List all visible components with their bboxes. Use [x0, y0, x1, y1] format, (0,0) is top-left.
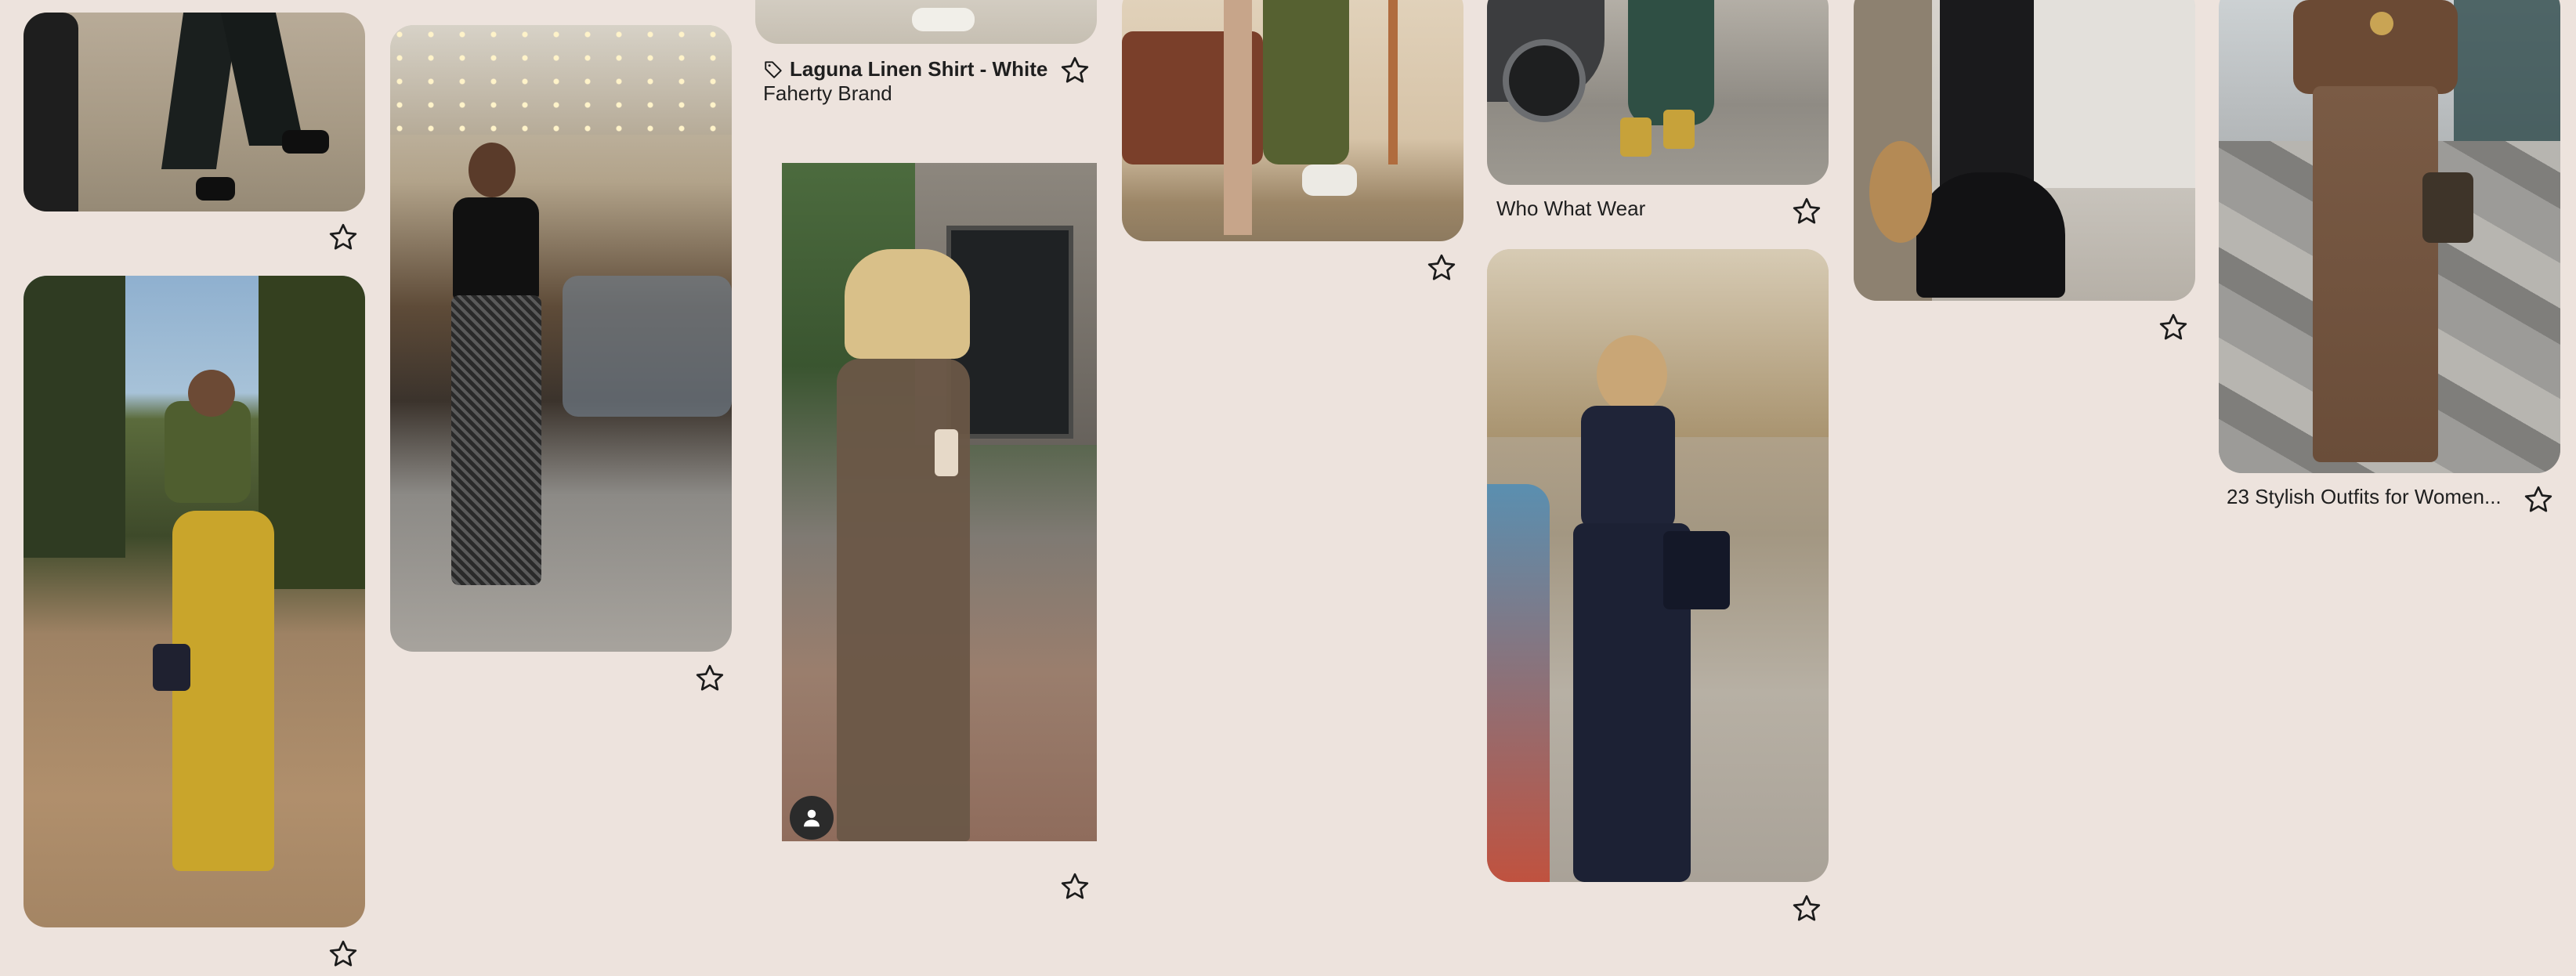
pin-caption[interactable]: Laguna Linen Shirt - White — [763, 56, 1047, 81]
pin-image[interactable] — [1487, 249, 1829, 882]
pin-image[interactable] — [782, 163, 1097, 841]
save-star-icon[interactable] — [1791, 196, 1822, 227]
save-star-icon[interactable] — [327, 222, 359, 253]
save-star-icon[interactable] — [1059, 55, 1091, 86]
pin-image[interactable] — [24, 276, 365, 927]
pin-image[interactable] — [755, 0, 1097, 44]
save-star-icon[interactable] — [327, 938, 359, 970]
pin-image[interactable] — [2219, 0, 2560, 473]
pin-image[interactable] — [1487, 0, 1829, 185]
save-star-icon[interactable] — [2523, 484, 2554, 515]
pin-title: Laguna Linen Shirt - White — [790, 57, 1048, 81]
save-star-icon[interactable] — [1791, 893, 1822, 924]
save-star-icon[interactable] — [2158, 312, 2189, 343]
pin-caption[interactable]: 23 Stylish Outfits for Women... — [2227, 484, 2502, 509]
save-star-icon[interactable] — [694, 663, 725, 694]
pin-image[interactable] — [24, 13, 365, 211]
pin-image[interactable] — [1854, 0, 2195, 301]
pin-image[interactable] — [390, 25, 732, 652]
user-avatar-icon[interactable] — [790, 796, 834, 840]
pin-brand: Faherty Brand — [763, 81, 892, 105]
save-star-icon[interactable] — [1059, 871, 1091, 902]
tag-icon — [763, 59, 783, 79]
pin-caption[interactable]: Who What Wear — [1496, 196, 1645, 221]
pin-image[interactable] — [1122, 0, 1463, 241]
save-star-icon[interactable] — [1426, 252, 1457, 284]
